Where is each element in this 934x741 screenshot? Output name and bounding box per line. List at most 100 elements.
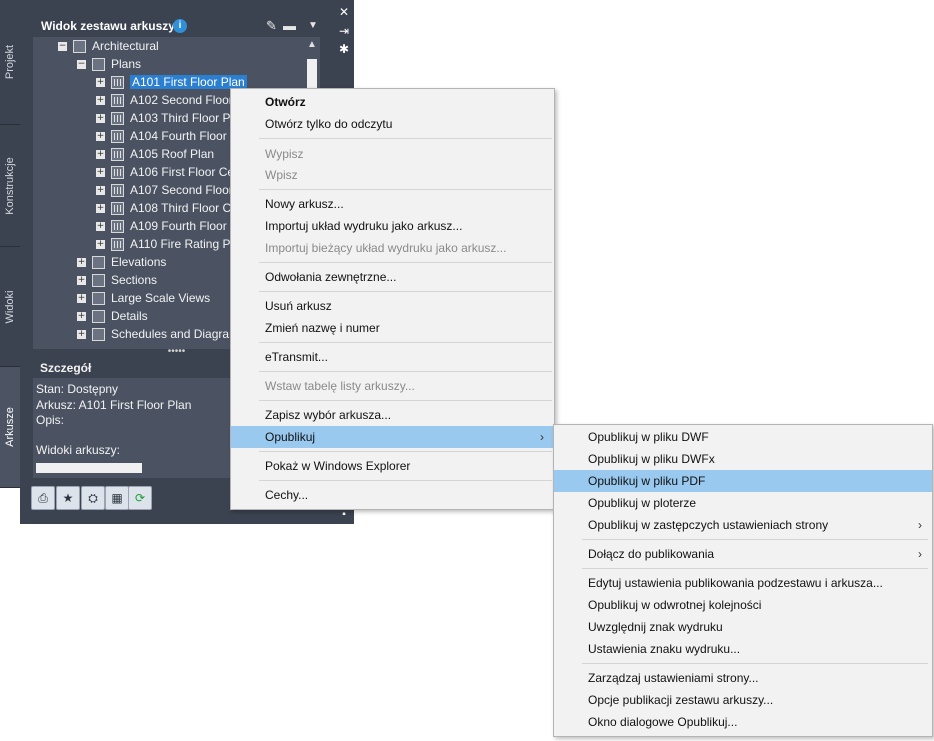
subset-icon — [92, 274, 105, 288]
tree-node-sections[interactable]: + Sections — [77, 271, 157, 289]
menu-item-publish[interactable]: Opublikuj › — [231, 426, 554, 448]
scroll-up-icon[interactable]: ▲ — [304, 39, 320, 50]
menu-item-import-layout[interactable]: Importuj układ wydruku jako arkusz... — [231, 215, 554, 237]
collapse-icon[interactable]: − — [77, 60, 86, 70]
submenu-item-page-setups[interactable]: Zarządzaj ustawieniami strony... — [554, 667, 932, 689]
sheet-icon — [111, 238, 124, 252]
menu-separator — [259, 189, 552, 190]
submenu-item-edit-settings[interactable]: Edytuj ustawienia publikowania podzestaw… — [554, 572, 932, 594]
tree-node-architectural[interactable]: − Architectural — [58, 37, 159, 55]
tree-sheet-a107[interactable]: + A107 Second Floor — [96, 181, 233, 199]
sheet-icon — [111, 202, 124, 216]
detail-status: Stan: Dostępny — [36, 382, 119, 396]
menu-item-etransmit[interactable]: eTransmit... — [231, 346, 554, 368]
expand-icon[interactable]: + — [77, 312, 86, 322]
menu-item-save-selection[interactable]: Zapisz wybór arkusza... — [231, 404, 554, 426]
submenu-item-publish-override[interactable]: Opublikuj w zastępczych ustawieniach str… — [554, 514, 932, 536]
submenu-item-reverse-order[interactable]: Opublikuj w odwrotnej kolejności — [554, 594, 932, 616]
expand-icon[interactable]: + — [77, 276, 86, 286]
expand-icon[interactable]: + — [96, 222, 105, 232]
close-icon[interactable]: ✕ — [337, 5, 351, 19]
autohide-icon[interactable]: ⇥ — [337, 24, 351, 38]
sheet-icon — [111, 184, 124, 198]
expand-icon[interactable]: + — [96, 186, 105, 196]
tree-node-details[interactable]: + Details — [77, 307, 148, 325]
sheet-icon — [111, 220, 124, 234]
tab-arkusze[interactable]: Arkusze — [0, 367, 20, 488]
subset-icon — [92, 328, 105, 342]
detail-views: Widoki arkuszy: — [36, 443, 121, 457]
expand-icon[interactable]: + — [96, 240, 105, 250]
new-sheet-icon[interactable]: ★ — [56, 486, 80, 510]
chevron-right-icon: › — [540, 430, 544, 444]
tree-sheet-a102[interactable]: + A102 Second Floor — [96, 91, 233, 109]
folder-icon[interactable]: ▬ — [283, 18, 296, 33]
tree-node-elevations[interactable]: + Elevations — [77, 253, 166, 271]
chevron-right-icon: › — [918, 547, 922, 561]
expand-icon[interactable]: + — [96, 78, 105, 88]
tree-sheet-a105[interactable]: + A105 Roof Plan — [96, 145, 214, 163]
menu-separator — [259, 400, 552, 401]
menu-separator — [259, 138, 552, 139]
menu-item-open[interactable]: Otwórz — [231, 91, 554, 113]
menu-separator — [582, 568, 928, 569]
subset-icon — [92, 310, 105, 324]
tree-node-large-scale-views[interactable]: + Large Scale Views — [77, 289, 210, 307]
tree-node-plans[interactable]: − Plans — [77, 55, 141, 73]
submenu-item-publish-dwf[interactable]: Opublikuj w pliku DWF — [554, 426, 932, 448]
tree-sheet-a101[interactable]: + A101 First Floor Plan — [96, 73, 247, 91]
sheet-list-icon[interactable]: ▦ — [105, 486, 129, 510]
menu-item-import-current-layout[interactable]: Importuj bieżący układ wydruku jako arku… — [231, 237, 554, 259]
submenu-item-publish-dialog[interactable]: Okno dialogowe Opublikuj... — [554, 711, 932, 733]
subset-icon — [92, 292, 105, 306]
submenu-item-publish-pdf[interactable]: Opublikuj w pliku PDF — [554, 470, 932, 492]
tree-sheet-a108[interactable]: + A108 Third Floor C — [96, 199, 231, 217]
sheet-icon — [111, 130, 124, 144]
submenu-item-publish-options[interactable]: Opcje publikacji zestawu arkuszy... — [554, 689, 932, 711]
tab-widoki[interactable]: Widoki — [0, 247, 20, 367]
properties-icon[interactable]: ✱ — [337, 42, 351, 56]
etransmit-icon[interactable]: ⛭ — [81, 486, 105, 510]
expand-icon[interactable]: + — [77, 258, 86, 268]
expand-icon[interactable]: + — [96, 96, 105, 106]
menu-item-checkin[interactable]: Wpisz — [231, 164, 554, 186]
tree-sheet-a106[interactable]: + A106 First Floor Ce — [96, 163, 234, 181]
menu-item-new-sheet[interactable]: Nowy arkusz... — [231, 193, 554, 215]
expand-icon[interactable]: + — [96, 204, 105, 214]
expand-icon[interactable]: + — [96, 150, 105, 160]
submenu-item-stamp-settings[interactable]: Ustawienia znaku wydruku... — [554, 638, 932, 660]
submenu-item-plot-stamp[interactable]: Uwzględnij znak wydruku — [554, 616, 932, 638]
scrollbar-thumb[interactable] — [36, 463, 142, 473]
resize-grip-icon[interactable]: ▪ — [337, 508, 351, 522]
menu-item-rename[interactable]: Zmień nazwę i numer — [231, 317, 554, 339]
submenu-item-publish-plotter[interactable]: Opublikuj w ploterze — [554, 492, 932, 514]
submenu-item-publish-dwfx[interactable]: Opublikuj w pliku DWFx — [554, 448, 932, 470]
menu-item-delete-sheet[interactable]: Usuń arkusz — [231, 295, 554, 317]
expand-icon[interactable]: + — [96, 132, 105, 142]
publish-icon[interactable]: ⎙ — [31, 486, 55, 510]
expand-icon[interactable]: + — [77, 330, 86, 340]
chevron-down-icon[interactable]: ▼ — [308, 20, 318, 31]
menu-item-show-explorer[interactable]: Pokaż w Windows Explorer — [231, 455, 554, 477]
submenu-item-include[interactable]: Dołącz do publikowania › — [554, 543, 932, 565]
sheet-set-icon[interactable]: ✎ — [266, 18, 277, 34]
tree-sheet-a103[interactable]: + A103 Third Floor P — [96, 109, 231, 127]
chevron-right-icon: › — [918, 518, 922, 532]
menu-item-properties[interactable]: Cechy... — [231, 484, 554, 506]
menu-item-insert-sheet-list[interactable]: Wstaw tabelę listy arkuszy... — [231, 375, 554, 397]
expand-icon[interactable]: + — [77, 294, 86, 304]
tab-konstrukcje[interactable]: Konstrukcje — [0, 125, 20, 247]
tab-projekt[interactable]: Projekt — [0, 0, 20, 125]
expand-icon[interactable]: + — [96, 168, 105, 178]
collapse-icon[interactable]: − — [58, 42, 67, 52]
tree-node-schedules[interactable]: + Schedules and Diagrams — [77, 325, 245, 343]
info-icon[interactable]: i — [173, 19, 187, 33]
menu-item-open-readonly[interactable]: Otwórz tylko do odczytu — [231, 113, 554, 135]
menu-item-xrefs[interactable]: Odwołania zewnętrzne... — [231, 266, 554, 288]
menu-item-checkout[interactable]: Wypisz — [231, 143, 554, 165]
tree-sheet-a104[interactable]: + A104 Fourth Floor — [96, 127, 227, 145]
expand-icon[interactable]: + — [96, 114, 105, 124]
tree-sheet-a110[interactable]: + A110 Fire Rating Pl — [96, 235, 233, 253]
refresh-icon[interactable]: ⟳ — [128, 486, 152, 510]
tree-sheet-a109[interactable]: + A109 Fourth Floor — [96, 217, 227, 235]
